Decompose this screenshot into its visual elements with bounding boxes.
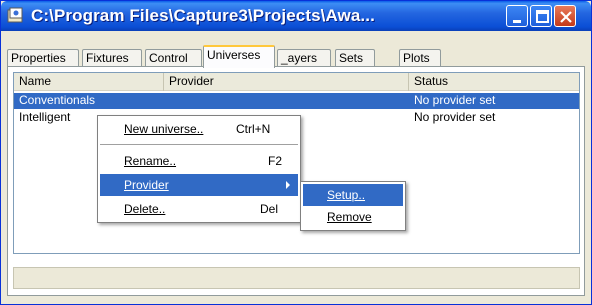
row-name: Intelligent xyxy=(19,110,71,124)
tab-properties[interactable]: Properties xyxy=(7,49,79,67)
menu-item-label: Delete.. xyxy=(124,202,166,216)
menu-item-provider[interactable]: Provider xyxy=(100,174,298,196)
context-menu: New universe.. Ctrl+N Rename.. F2 Provid… xyxy=(97,115,301,223)
tab-sets[interactable]: Sets xyxy=(335,49,375,67)
minimize-icon xyxy=(513,20,521,23)
menu-item-setup[interactable]: Setup.. xyxy=(303,184,403,206)
column-name[interactable]: Name xyxy=(14,73,164,91)
menu-item-delete[interactable]: Delete.. Del xyxy=(100,198,298,220)
column-provider[interactable]: Provider xyxy=(164,73,409,91)
menu-item-label: New universe.. xyxy=(124,122,204,136)
minimize-button[interactable] xyxy=(506,5,528,27)
menu-separator xyxy=(100,144,298,145)
menu-item-shortcut: Del xyxy=(260,202,279,216)
menu-item-label: Rename.. xyxy=(124,154,177,168)
tab-fixtures[interactable]: Fixtures xyxy=(82,49,142,67)
window-title: C:\Program Files\Capture3\Projects\Awa..… xyxy=(31,6,375,25)
menu-item-shortcut: F2 xyxy=(268,154,283,168)
row-status: No provider set xyxy=(414,110,496,124)
row-name: Conventionals xyxy=(19,93,96,107)
column-status[interactable]: Status xyxy=(409,73,579,91)
app-window: C:\Program Files\Capture3\Projects\Awa..… xyxy=(0,0,592,305)
menu-item-shortcut: Ctrl+N xyxy=(236,122,271,136)
menu-item-label: Provider xyxy=(124,178,169,192)
maximize-icon xyxy=(536,10,549,23)
status-bar xyxy=(13,267,580,289)
tab-universes[interactable]: Universes xyxy=(203,45,275,68)
title-bar[interactable]: C:\Program Files\Capture3\Projects\Awa..… xyxy=(1,1,591,31)
close-button[interactable] xyxy=(554,5,576,27)
table-row[interactable]: Conventionals No provider set xyxy=(14,93,579,109)
menu-item-label: Setup.. xyxy=(327,188,366,202)
tab-control[interactable]: Control xyxy=(145,49,202,67)
menu-item-label: Remove xyxy=(327,210,372,224)
tab-layers[interactable]: _ayers xyxy=(277,49,331,67)
maximize-button[interactable] xyxy=(530,5,552,27)
menu-item-new-universe[interactable]: New universe.. Ctrl+N xyxy=(100,118,298,140)
menu-item-remove[interactable]: Remove xyxy=(303,206,403,228)
close-icon xyxy=(560,11,572,23)
app-icon xyxy=(7,7,23,23)
list-header: Name Provider Status xyxy=(14,73,579,91)
tab-plots[interactable]: Plots xyxy=(399,49,441,67)
provider-submenu: Setup.. Remove xyxy=(300,181,406,231)
row-status: No provider set xyxy=(414,93,496,107)
submenu-arrow-icon xyxy=(286,181,290,189)
menu-item-rename[interactable]: Rename.. F2 xyxy=(100,150,298,172)
